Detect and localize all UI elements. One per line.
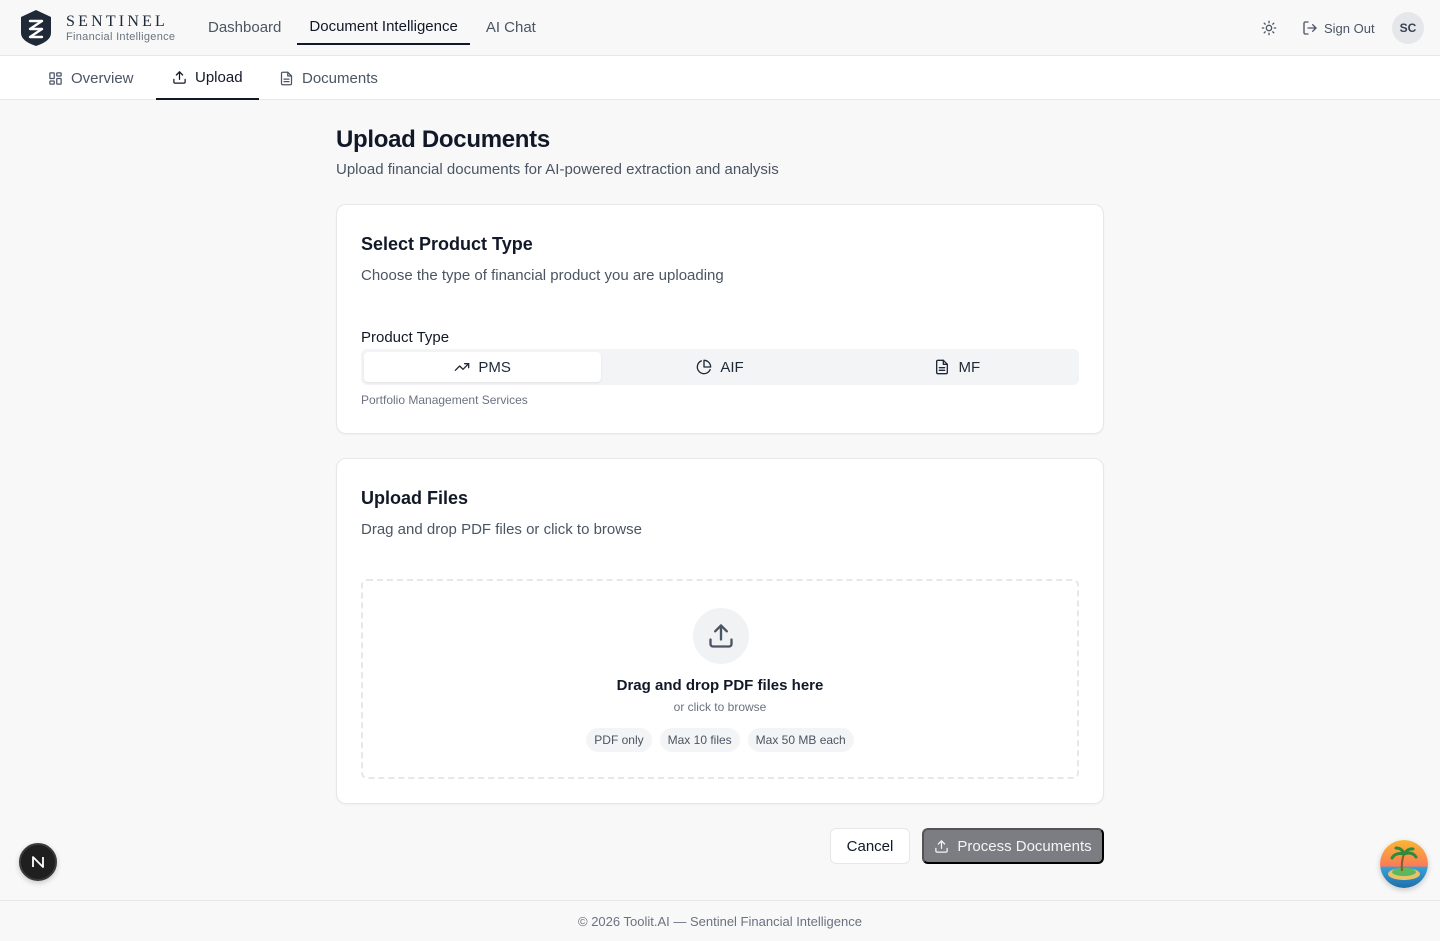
product-type-card: Select Product Type Choose the type of f…	[336, 204, 1104, 434]
sub-nav: Overview Upload Documents	[0, 56, 1440, 100]
trending-up-icon	[455, 363, 470, 371]
footer-text: © 2026 Toolit.AI — Sentinel Financial In…	[578, 913, 862, 929]
dropzone-constraints: PDF only Max 10 files Max 50 MB each	[363, 728, 1077, 752]
upload-icon	[709, 624, 733, 648]
top-bar: SENTINEL Financial Intelligence Dashboar…	[0, 0, 1440, 56]
user-avatar[interactable]: SC	[1392, 12, 1424, 44]
upload-icon	[935, 839, 949, 853]
sign-out-button[interactable]: Sign Out	[1302, 18, 1375, 38]
file-dropzone[interactable]: Drag and drop PDF files here or click to…	[361, 579, 1079, 779]
dropzone-subtitle: or click to browse	[673, 700, 767, 714]
tab-documents-label: Documents	[302, 69, 378, 87]
process-documents-label: Process Documents	[957, 837, 1092, 855]
sun-icon	[1261, 20, 1277, 36]
sign-out-label: Sign Out	[1324, 20, 1375, 36]
constraint-chip: Max 50 MB each	[747, 728, 854, 752]
process-documents-button[interactable]: Process Documents	[922, 828, 1104, 864]
product-type-help: Portfolio Management Services	[361, 393, 528, 407]
file-text-icon	[936, 359, 949, 375]
constraint-chip: PDF only	[586, 728, 652, 752]
upload-files-card: Upload Files Drag and drop PDF files or …	[336, 458, 1104, 804]
brand-tagline: Financial Intelligence	[66, 31, 176, 43]
theme-toggle-button[interactable]	[1258, 17, 1280, 39]
tab-overview-label: Overview	[71, 69, 134, 87]
product-option-pms-label: PMS	[478, 358, 511, 376]
upload-card-description: Drag and drop PDF files or click to brow…	[361, 521, 642, 538]
page-title: Upload Documents	[336, 126, 550, 153]
product-option-aif[interactable]: AIF	[601, 352, 838, 382]
file-icon	[280, 71, 293, 85]
framework-badge[interactable]	[19, 843, 57, 881]
sentinel-logo-icon[interactable]	[19, 9, 53, 47]
upload-icon	[173, 70, 186, 84]
n-logo-icon	[32, 856, 44, 868]
product-card-title: Select Product Type	[361, 234, 533, 254]
product-type-label: Product Type	[361, 329, 450, 346]
upload-card-title: Upload Files	[361, 488, 469, 508]
log-out-icon	[1303, 21, 1317, 35]
tab-upload[interactable]: Upload	[156, 56, 259, 100]
nav-document-intelligence[interactable]: Document Intelligence	[297, 10, 470, 45]
product-option-aif-label: AIF	[720, 358, 744, 376]
product-option-pms[interactable]: PMS	[364, 352, 602, 382]
nav-dashboard[interactable]: Dashboard	[196, 10, 293, 45]
brand-name: SENTINEL	[66, 13, 169, 30]
product-option-mf-label: MF	[958, 358, 981, 376]
cancel-button[interactable]: Cancel	[830, 828, 910, 864]
pie-chart-icon	[696, 359, 712, 375]
dropzone-title: Drag and drop PDF files here	[616, 677, 824, 694]
tab-documents[interactable]: Documents	[263, 56, 394, 100]
footer: © 2026 Toolit.AI — Sentinel Financial In…	[0, 900, 1440, 941]
main-nav: Dashboard Document Intelligence AI Chat	[196, 10, 548, 45]
product-type-selector: PMS AIF MF	[361, 349, 1079, 385]
product-option-mf[interactable]: MF	[839, 352, 1076, 382]
product-card-description: Choose the type of financial product you…	[361, 267, 724, 284]
constraint-chip: Max 10 files	[659, 728, 740, 752]
nav-ai-chat[interactable]: AI Chat	[474, 10, 548, 45]
tab-upload-label: Upload	[195, 68, 243, 86]
dropzone-icon-circle	[693, 608, 749, 664]
grid-icon	[49, 71, 62, 85]
page-subtitle: Upload financial documents for AI-powere…	[336, 161, 779, 178]
island-icon	[1380, 840, 1428, 888]
tab-overview[interactable]: Overview	[32, 56, 150, 100]
assistant-launcher[interactable]	[1380, 840, 1428, 888]
